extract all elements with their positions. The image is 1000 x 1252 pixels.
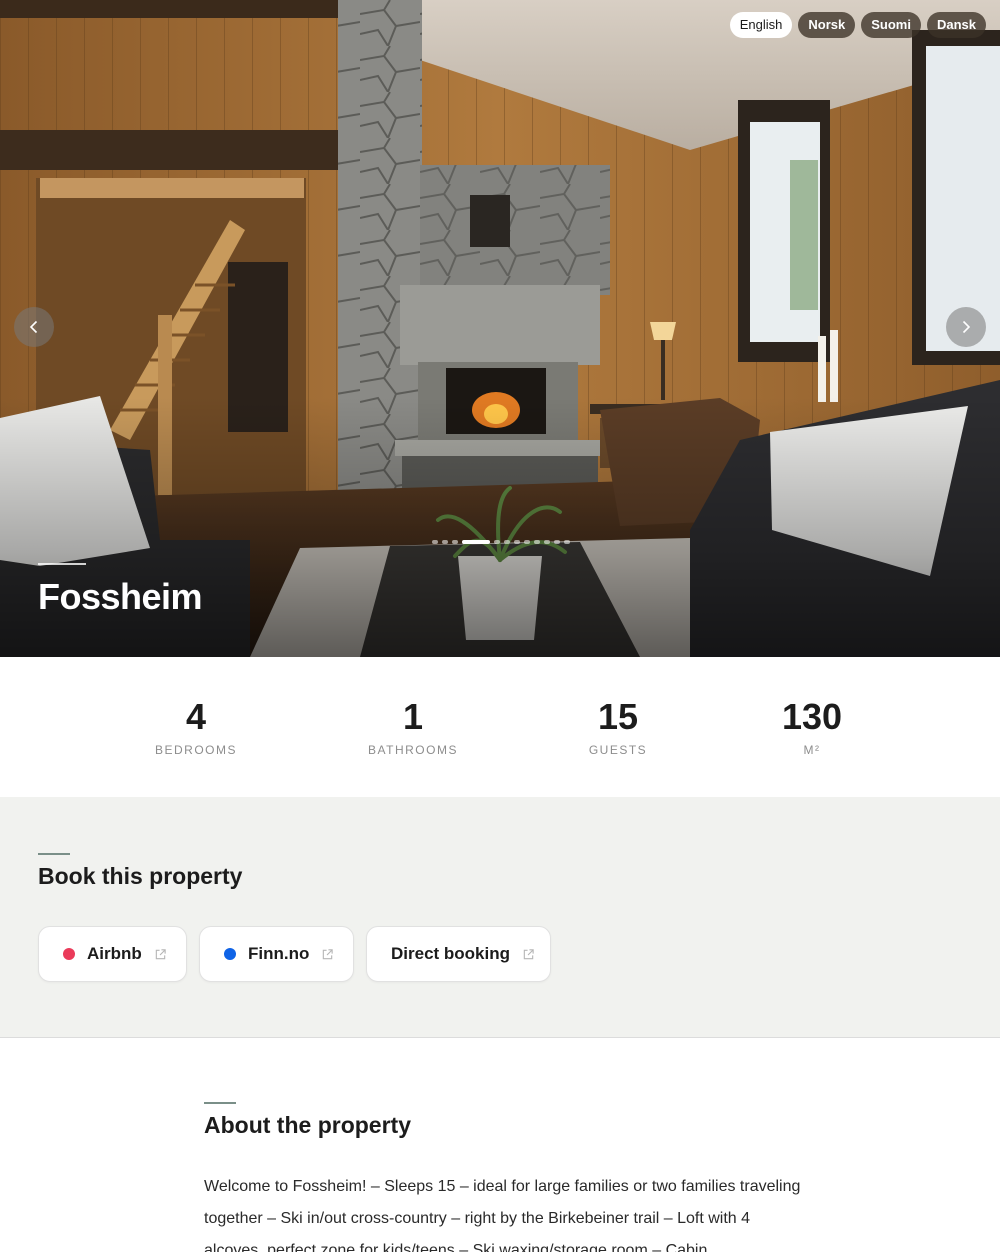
gallery-dot[interactable] bbox=[514, 540, 520, 544]
gallery-dot[interactable] bbox=[524, 540, 530, 544]
language-dansk[interactable]: Dansk bbox=[926, 12, 986, 38]
gallery-dot[interactable] bbox=[494, 540, 500, 544]
stat-label: M² bbox=[803, 743, 821, 757]
stat-label: BATHROOMS bbox=[368, 743, 458, 757]
gallery-dot[interactable] bbox=[432, 540, 438, 544]
hero-gradient-overlay bbox=[0, 397, 1000, 657]
direct-booking-button[interactable]: Direct booking bbox=[366, 926, 551, 982]
chevron-left-icon bbox=[29, 320, 38, 334]
language-english[interactable]: English bbox=[729, 12, 793, 38]
finn-dot bbox=[224, 948, 236, 960]
stat-value: 15 bbox=[597, 696, 639, 737]
stat-value: 1 bbox=[402, 696, 424, 737]
booking-option-label: Direct booking bbox=[391, 944, 511, 963]
gallery-dot[interactable] bbox=[452, 540, 458, 544]
property-title: Fossheim bbox=[38, 576, 203, 617]
gallery-next-button[interactable] bbox=[946, 307, 986, 347]
about-section: About the property Welcome to Fossheim! … bbox=[0, 1039, 1000, 1252]
stat-guests: 15 GUESTS bbox=[518, 696, 718, 758]
language-norsk[interactable]: Norsk bbox=[798, 12, 856, 38]
booking-section: Book this property Airbnb Finn.no Direct… bbox=[0, 797, 1000, 1038]
airbnb-booking-button[interactable]: Airbnb bbox=[38, 926, 187, 982]
about-title: About the property bbox=[204, 1112, 411, 1138]
booking-option-label: Finn.no bbox=[248, 944, 310, 963]
gallery-dot[interactable] bbox=[554, 540, 560, 544]
stat-label: BEDROOMS bbox=[154, 743, 237, 757]
finn-booking-button[interactable]: Finn.no bbox=[199, 926, 354, 982]
booking-title: Book this property bbox=[38, 863, 243, 889]
gallery-prev-button[interactable] bbox=[14, 307, 54, 347]
language-suomi[interactable]: Suomi bbox=[861, 12, 921, 38]
gallery-pagination bbox=[432, 540, 570, 544]
title-accent-line bbox=[38, 563, 86, 565]
airbnb-dot bbox=[63, 948, 75, 960]
about-description: Welcome to Fossheim! – Sleeps 15 – ideal… bbox=[204, 1178, 801, 1252]
stat-bedrooms: 4 BEDROOMS bbox=[96, 696, 296, 758]
section-accent-line bbox=[38, 853, 70, 855]
external-link-icon bbox=[323, 948, 334, 959]
stat-bathrooms: 1 BATHROOMS bbox=[313, 696, 513, 758]
gallery-dot[interactable] bbox=[564, 540, 570, 544]
external-link-icon bbox=[155, 948, 166, 959]
stat-value: 130 bbox=[781, 696, 843, 737]
gallery-dot[interactable] bbox=[504, 540, 510, 544]
section-accent-line bbox=[204, 1102, 236, 1104]
chevron-right-icon bbox=[962, 320, 971, 334]
hero-gallery: English Norsk Suomi Dansk Fossheim bbox=[0, 0, 1000, 657]
stat-label: GUESTS bbox=[588, 743, 648, 757]
gallery-dot-active[interactable] bbox=[462, 540, 490, 544]
gallery-dot[interactable] bbox=[544, 540, 550, 544]
gallery-dot[interactable] bbox=[442, 540, 448, 544]
property-stats: 4 BEDROOMS 1 BATHROOMS 15 GUESTS 130 M² bbox=[0, 657, 1000, 797]
stat-area: 130 M² bbox=[712, 696, 912, 758]
gallery-dot[interactable] bbox=[534, 540, 540, 544]
external-link-icon bbox=[523, 948, 534, 959]
language-switcher: English Norsk Suomi Dansk bbox=[729, 12, 986, 38]
stat-value: 4 bbox=[185, 696, 207, 737]
booking-option-label: Airbnb bbox=[87, 944, 142, 963]
